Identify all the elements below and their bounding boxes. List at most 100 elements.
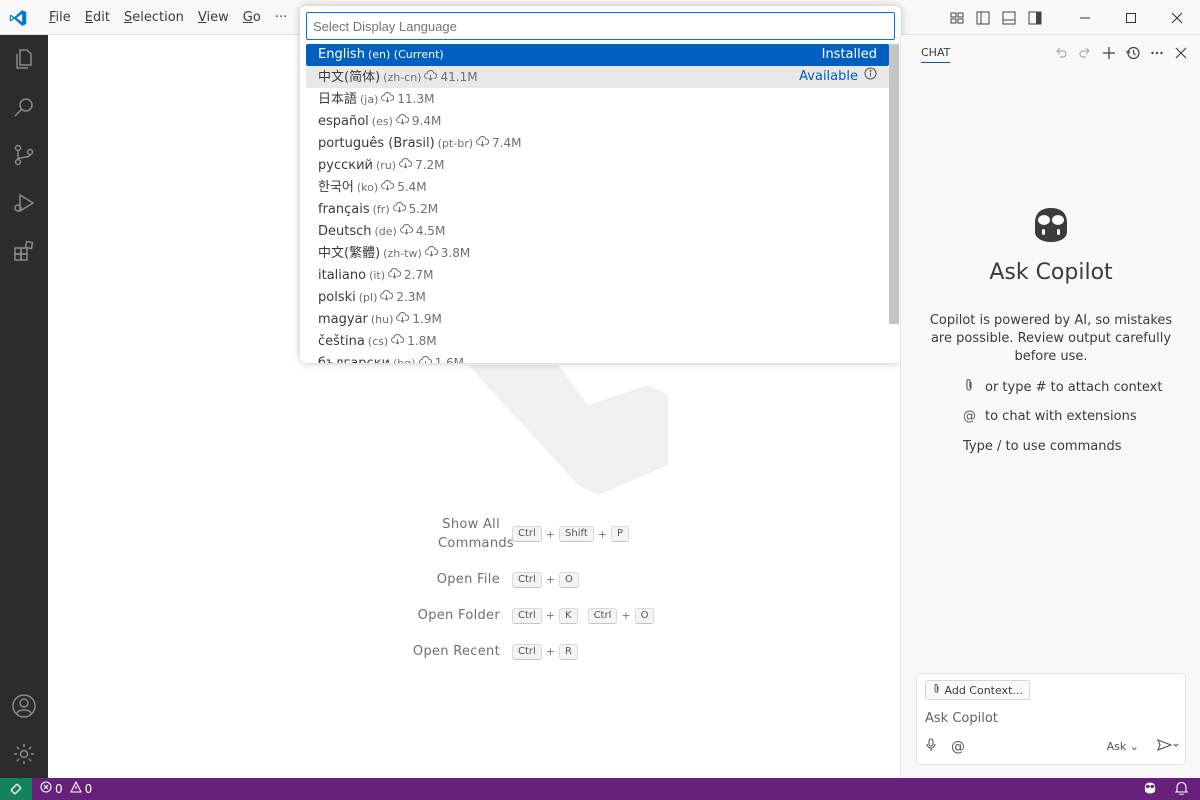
minimize-icon[interactable] [1062,0,1108,35]
chat-input-field[interactable]: Ask Copilot [925,711,998,726]
menu-item-go[interactable]: Go [236,10,268,26]
send-icon[interactable] [1157,739,1179,754]
remote-indicator-icon[interactable] [0,778,32,800]
language-item[interactable]: Deutsch (de) 4.5M [306,220,889,242]
download-size: 1.6M [434,356,465,363]
menu-bar: File Edit Selection View Go ··· [42,10,294,26]
undo-icon[interactable] [1052,44,1070,62]
warning-icon [69,780,82,796]
language-item[interactable]: magyar (hu) 1.9M [306,308,889,330]
key-cap: Ctrl [512,607,542,624]
plus-separator: + [545,645,556,658]
toggle-panel-icon[interactable] [996,0,1022,35]
customize-layout-icon[interactable] [944,0,970,35]
explorer-icon[interactable] [0,35,48,83]
key-cap: Ctrl [512,526,542,542]
toggle-primary-sidebar-icon[interactable] [970,0,996,35]
key-cap: Shift [559,526,594,542]
language-status-label: Available [799,69,858,84]
menu-item-edit[interactable]: Edit [78,10,117,26]
plus-separator: + [545,527,556,541]
download-size: 41.1M [440,70,478,84]
tab-chat[interactable]: CHAT [921,46,951,63]
language-item[interactable]: italiano (it) 2.7M [306,264,889,286]
language-item[interactable]: 中文(简体) (zh-cn) 41.1M Available [306,66,889,88]
key-cap: Ctrl [587,607,618,624]
mode-picker[interactable]: Ask ⌄ [1107,740,1139,753]
cloud-download-icon [399,155,413,177]
key-cap: R [559,643,578,660]
menu-item-more[interactable]: ··· [268,10,294,26]
language-item[interactable]: български(bg) 1.6M [306,352,889,363]
language-item[interactable]: polski (pl) 2.3M [306,286,889,308]
search-icon[interactable] [0,83,48,131]
language-item[interactable]: 日本語 (ja) 11.3M [306,88,889,110]
language-name: italiano [318,268,367,283]
quick-pick-scrollbar[interactable] [889,44,899,324]
hint-extensions-text: to chat with extensions [985,409,1137,424]
language-status: Available [799,66,877,88]
cloud-download-icon [381,177,395,199]
status-bar: 0 0 [0,778,1200,800]
copilot-status-icon[interactable] [1143,781,1157,798]
extensions-icon[interactable] [0,227,48,275]
cloud-download-icon [396,309,410,331]
download-size: 2.3M [396,290,426,304]
language-code: (fr) [372,203,390,216]
language-item[interactable]: español (es) 9.4M [306,110,889,132]
close-window-icon[interactable] [1154,0,1200,35]
manage-gear-icon[interactable] [0,730,48,778]
language-name: русский [318,158,373,173]
shortcut-row: Open Recent Ctrl + R [378,642,708,661]
language-code: (it) [369,269,386,282]
history-icon[interactable] [1124,44,1142,62]
shortcut-label: Open Recent [412,644,500,659]
language-item[interactable]: français (fr) 5.2M [306,198,889,220]
redo-icon[interactable] [1076,44,1094,62]
language-item[interactable]: português (Brasil) (pt-br) 7.4M [306,132,889,154]
source-control-icon[interactable] [0,131,48,179]
chat-actions [1052,44,1190,62]
menu-item-file[interactable]: File [42,10,78,26]
plus-separator: + [621,609,631,622]
new-chat-icon[interactable] [1100,44,1118,62]
toggle-secondary-sidebar-icon[interactable] [1022,0,1048,35]
at-sign-icon: @ [963,409,976,424]
chat-title: Ask Copilot [989,260,1113,285]
info-icon[interactable] [864,67,877,84]
accounts-icon[interactable] [0,682,48,730]
language-item[interactable]: čeština (cs) 1.8M [306,330,889,352]
menu-item-view[interactable]: View [191,10,236,26]
language-item[interactable]: 한국어 (ko) 5.4M [306,176,889,198]
problems-indicator[interactable]: 0 0 [40,780,92,796]
language-item[interactable]: русский (ru) 7.2M [306,154,889,176]
download-size: 3.8M [440,246,471,260]
download-size: 2.7M [404,268,434,282]
language-item[interactable]: English (en) (Current) Installed [306,44,889,66]
key-cap: P [610,526,629,542]
window-controls [944,0,1200,35]
language-name: čeština [318,334,365,349]
language-item[interactable]: 中文(繁體) (zh-tw) 3.8M [306,242,889,264]
cloud-download-icon [399,221,413,243]
language-code: (bg) [393,357,416,363]
language-name: български [318,356,390,363]
menu-item-selection[interactable]: Selection [117,10,191,26]
download-size: 7.4M [492,136,522,150]
language-search-input[interactable] [306,12,895,40]
mention-icon[interactable]: @ [951,739,977,755]
download-size: 1.9M [412,312,442,326]
microphone-icon[interactable] [925,738,951,755]
notifications-bell-icon[interactable] [1174,781,1189,798]
add-context-button[interactable]: Add Context... [925,680,1030,700]
language-code: (zh-cn) [383,71,422,84]
more-actions-icon[interactable] [1148,44,1166,62]
close-panel-icon[interactable] [1172,44,1190,62]
maximize-icon[interactable] [1108,0,1154,35]
run-debug-icon[interactable] [0,179,48,227]
language-code: (es) [371,115,393,128]
language-code: (en) (Current) [367,48,444,61]
download-size: 7.2M [415,158,445,172]
language-name: 中文(繁體) [318,246,381,261]
hint-commands-text: Type / to use commands [963,439,1122,454]
